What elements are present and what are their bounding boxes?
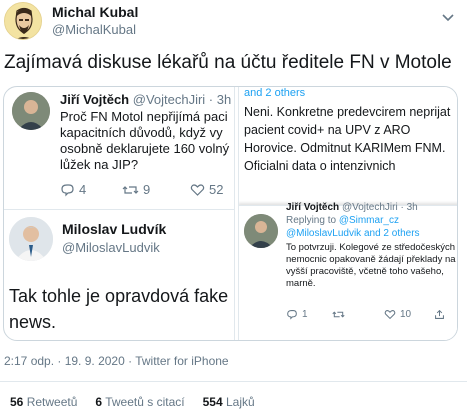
heart-icon: [190, 183, 205, 196]
like-count: 52: [190, 182, 223, 197]
author-avatar[interactable]: [4, 2, 42, 40]
card-handle: @VojtechJiri · 3h: [341, 202, 418, 213]
tweet-timestamp[interactable]: 2:17 odp. · 19. 9. 2020 · Twitter for iP…: [4, 354, 229, 368]
card-like-count: 10: [384, 309, 411, 320]
share-icon: [435, 309, 444, 319]
tweet-media[interactable]: Jiří Vojtěch @VojtechJiri · 3h Proč FN M…: [3, 86, 458, 341]
divider: [0, 381, 467, 382]
reply-card: Jiří Vojtěch @VojtechJiri · 3h Replying …: [238, 202, 457, 340]
card-share: [434, 309, 445, 320]
heart-icon: [384, 310, 396, 320]
author-handle[interactable]: @MichalKubal: [52, 22, 136, 37]
likes-stat[interactable]: 554 Lajků: [203, 395, 255, 409]
card-replying: Replying to @Simmar_cz @MiloslavLudvik a…: [286, 215, 420, 239]
card-retweet-count: [332, 309, 349, 320]
reply-avatar: [12, 92, 50, 130]
reply-header: Jiří Vojtěch @VojtechJiri · 3h: [60, 92, 231, 107]
media-image-right[interactable]: and 2 others Neni. Konkretne predevcirem…: [238, 87, 457, 340]
card-reply-count: 1: [286, 309, 308, 320]
reply-name: Jiří Vojtěch: [60, 92, 130, 107]
divider: [4, 209, 235, 210]
retweets-stat[interactable]: 56 Retweetů: [10, 395, 77, 409]
tweet-header: Michal Kubal @MichalKubal: [0, 0, 467, 44]
comment-icon: [61, 183, 74, 196]
card-text: To potvrzuji. Kolegové ze středočeských …: [286, 242, 456, 289]
quote-handle: @MiloslavLudvik: [62, 240, 160, 255]
author-name[interactable]: Michal Kubal: [52, 4, 138, 20]
card-actions: 1 10: [286, 309, 456, 323]
comment-icon: [287, 310, 297, 320]
quote-avatar: [9, 217, 53, 261]
reply-text-right: Neni. Konkretne predevcirem neprijat pac…: [244, 105, 451, 173]
reply-count: 4: [60, 182, 86, 197]
card-header: Jiří Vojtěch @VojtechJiri · 3h: [286, 202, 418, 213]
quote-text: Tak tohle je opravdová fake news.: [9, 286, 229, 332]
tweet-stats: 56 Retweetů 6 Tweetů s citací 554 Lajků: [10, 395, 255, 409]
reply-actions: 4 9 52: [60, 182, 235, 200]
retweet-icon: [122, 185, 139, 194]
card-avatar: [244, 214, 278, 248]
quote-name: Miloslav Ludvík: [62, 221, 167, 237]
retweet-icon: [332, 311, 345, 318]
media-divider: [235, 87, 238, 340]
reply-text: Proč FN Motol nepřijímá paci kapacitních…: [60, 109, 230, 172]
replying-others: and 2 others: [244, 87, 306, 99]
tweet-text: Zajímavá diskuse lékařů na účtu ředitele…: [4, 52, 452, 73]
retweet-count: 9: [122, 182, 150, 197]
quotes-stat[interactable]: 6 Tweetů s citací: [95, 395, 184, 409]
reply-handle: @VojtechJiri · 3h: [132, 92, 232, 107]
card-name: Jiří Vojtěch: [286, 202, 340, 213]
chevron-down-icon[interactable]: [439, 8, 457, 26]
media-image-left[interactable]: Jiří Vojtěch @VojtechJiri · 3h Proč FN M…: [4, 87, 235, 340]
